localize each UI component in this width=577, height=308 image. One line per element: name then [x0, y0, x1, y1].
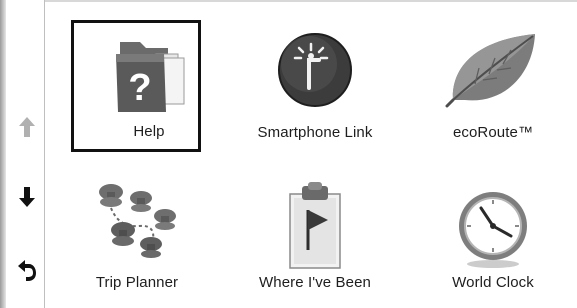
svg-text:?: ?	[128, 67, 151, 109]
back-icon	[18, 260, 36, 281]
app-grid: ? Help Smartphone Link ecoRoute™ Trip Pl…	[45, 0, 577, 308]
scroll-up-button[interactable]	[14, 113, 40, 141]
tile-ecoroute[interactable]: ecoRoute™	[413, 14, 573, 150]
tile-trip-planner[interactable]: Trip Planner	[57, 170, 217, 306]
tile-where-ive-been[interactable]: Where I've Been	[235, 170, 395, 306]
tile-label: ecoRoute™	[452, 124, 534, 141]
clock-icon	[451, 180, 535, 275]
pushpins-icon	[89, 178, 185, 275]
tile-label: Where I've Been	[259, 274, 371, 291]
leaf-icon	[445, 28, 541, 113]
tools-menu-screen: ? Help Smartphone Link ecoRoute™ Trip Pl…	[0, 0, 577, 308]
left-nav-bar	[0, 0, 45, 308]
help-folder-icon: ?	[106, 32, 192, 123]
tile-help[interactable]: ? Help	[71, 20, 227, 154]
tile-label: Help	[133, 123, 165, 140]
tile-world-clock[interactable]: World Clock	[413, 170, 573, 306]
tile-label: Smartphone Link	[257, 124, 373, 141]
arrow-down-icon	[19, 187, 35, 207]
tile-smartphone-link[interactable]: Smartphone Link	[235, 14, 395, 150]
back-button[interactable]	[14, 256, 40, 284]
flag-clipboard-icon	[280, 180, 350, 277]
scroll-down-button[interactable]	[14, 183, 40, 211]
smartphone-link-icon	[273, 26, 357, 115]
tile-label: World Clock	[452, 274, 534, 291]
tile-label: Trip Planner	[95, 274, 179, 291]
arrow-up-icon	[19, 117, 35, 137]
